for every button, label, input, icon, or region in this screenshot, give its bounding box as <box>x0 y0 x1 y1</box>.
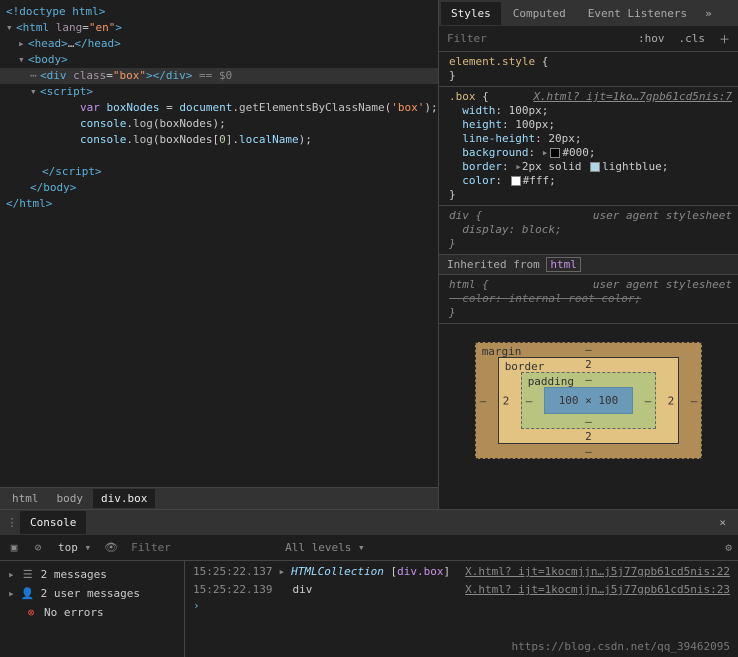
console-filter-input[interactable] <box>127 541 277 554</box>
elements-panel: <!doctype html> ▾<html lang="en"> ▸<head… <box>0 0 438 509</box>
tab-console[interactable]: Console <box>20 511 86 534</box>
levels-select[interactable]: All levels ▾ <box>285 541 364 554</box>
dom-tree[interactable]: <!doctype html> ▾<html lang="en"> ▸<head… <box>0 0 438 487</box>
expand-arrow[interactable]: ▸ <box>8 568 15 581</box>
styles-filter-row: :hov .cls ＋ <box>439 26 738 52</box>
rule-element-style[interactable]: element.style { } <box>439 52 738 87</box>
source-link[interactable]: X.html? ijt=1kocmjjn…j5j77gpb61cd5nis:23 <box>465 582 730 598</box>
console-tabs: ⋮ Console × <box>0 509 738 535</box>
styles-filter-input[interactable] <box>443 32 628 45</box>
source-link[interactable]: X.html? ijt=1kocmjjn…j5j77gpb61cd5nis:22 <box>465 564 730 580</box>
selected-node[interactable]: ⋯<div class="box"></div> == $0 <box>0 68 438 84</box>
breadcrumb: html body div.box <box>0 487 438 509</box>
color-swatch[interactable] <box>550 148 560 158</box>
styles-tabs: Styles Computed Event Listeners » <box>439 0 738 26</box>
sidebar-toggle-icon[interactable]: ▣ <box>6 541 22 554</box>
color-swatch[interactable] <box>511 176 521 186</box>
crumb-divbox[interactable]: div.box <box>93 489 155 508</box>
bm-padding[interactable]: padding –– –– 100 × 100 <box>521 372 657 429</box>
console-toolbar: ▣ ⊘ top ▾ 👁 All levels ▾ ⚙ <box>0 535 738 561</box>
styles-panel: Styles Computed Event Listeners » :hov .… <box>438 0 738 509</box>
sidebar-errors[interactable]: ⊗No errors <box>0 603 184 622</box>
drawer-toggle-icon[interactable]: ⋮ <box>4 516 20 529</box>
console-sidebar: ▸☰2 messages ▸👤2 user messages ⊗No error… <box>0 561 185 657</box>
rule-div-ua[interactable]: div {user agent stylesheet display: bloc… <box>439 206 738 255</box>
log-row[interactable]: 15:25:22.139 div X.html? ijt=1kocmjjn…j5… <box>185 581 738 599</box>
expand-arrow[interactable]: ▾ <box>18 52 28 68</box>
console-prompt[interactable]: › <box>185 599 738 612</box>
sidebar-messages[interactable]: ▸☰2 messages <box>0 565 184 584</box>
tab-computed[interactable]: Computed <box>503 2 576 25</box>
sidebar-user-messages[interactable]: ▸👤2 user messages <box>0 584 184 603</box>
color-swatch[interactable] <box>590 162 600 172</box>
watermark: https://blog.csdn.net/qq_39462095 <box>511 640 730 653</box>
style-rules: element.style { } .box {X.html? ijt=1ko…… <box>439 52 738 509</box>
expand-arrow[interactable]: ▾ <box>6 20 16 36</box>
close-icon[interactable]: × <box>711 516 734 529</box>
expand-arrow[interactable]: ▸ <box>18 36 28 52</box>
bm-content[interactable]: 100 × 100 <box>544 387 634 414</box>
user-icon: 👤 <box>21 587 35 600</box>
gear-icon[interactable]: ⚙ <box>725 541 732 554</box>
tabs-more-icon[interactable]: » <box>699 7 718 20</box>
rule-box[interactable]: .box {X.html? ijt=1ko…7gpb61cd5nis:7 wid… <box>439 87 738 206</box>
bm-margin[interactable]: margin –– –– border 22 22 padding –– –– … <box>475 342 703 459</box>
tab-events[interactable]: Event Listeners <box>578 2 697 25</box>
expand-arrow[interactable]: ▸ <box>278 564 285 580</box>
add-rule-icon[interactable]: ＋ <box>715 31 734 47</box>
doctype: <!doctype html> <box>6 5 105 18</box>
bm-border[interactable]: border 22 22 padding –– –– 100 × 100 <box>498 357 680 444</box>
expand-icon[interactable]: ▸ <box>542 146 549 159</box>
console-output: 15:25:22.137 ▸ HTMLCollection [div.box] … <box>185 561 738 657</box>
box-model: margin –– –– border 22 22 padding –– –– … <box>439 324 738 469</box>
log-row[interactable]: 15:25:22.137 ▸ HTMLCollection [div.box] … <box>185 563 738 581</box>
crumb-html[interactable]: html <box>4 489 47 508</box>
eye-icon[interactable]: 👁 <box>103 541 119 554</box>
rule-html-ua[interactable]: html {user agent stylesheet color: inter… <box>439 275 738 324</box>
error-icon: ⊗ <box>24 606 38 619</box>
inherited-from: Inherited from html <box>439 255 738 275</box>
clear-console-icon[interactable]: ⊘ <box>30 541 46 554</box>
rule-source-link[interactable]: X.html? ijt=1ko…7gpb61cd5nis:7 <box>533 90 732 104</box>
hov-toggle[interactable]: :hov <box>634 32 669 45</box>
expand-icon[interactable]: ▸ <box>515 160 522 173</box>
tab-styles[interactable]: Styles <box>441 2 501 25</box>
message-icon: ☰ <box>21 568 35 581</box>
context-select[interactable]: top ▾ <box>54 541 95 554</box>
expand-arrow[interactable]: ▸ <box>8 587 15 600</box>
crumb-body[interactable]: body <box>49 489 92 508</box>
chevron-down-icon: ▾ <box>358 541 365 554</box>
cls-toggle[interactable]: .cls <box>675 32 710 45</box>
chevron-down-icon: ▾ <box>85 541 92 554</box>
expand-arrow[interactable]: ▾ <box>30 84 40 100</box>
